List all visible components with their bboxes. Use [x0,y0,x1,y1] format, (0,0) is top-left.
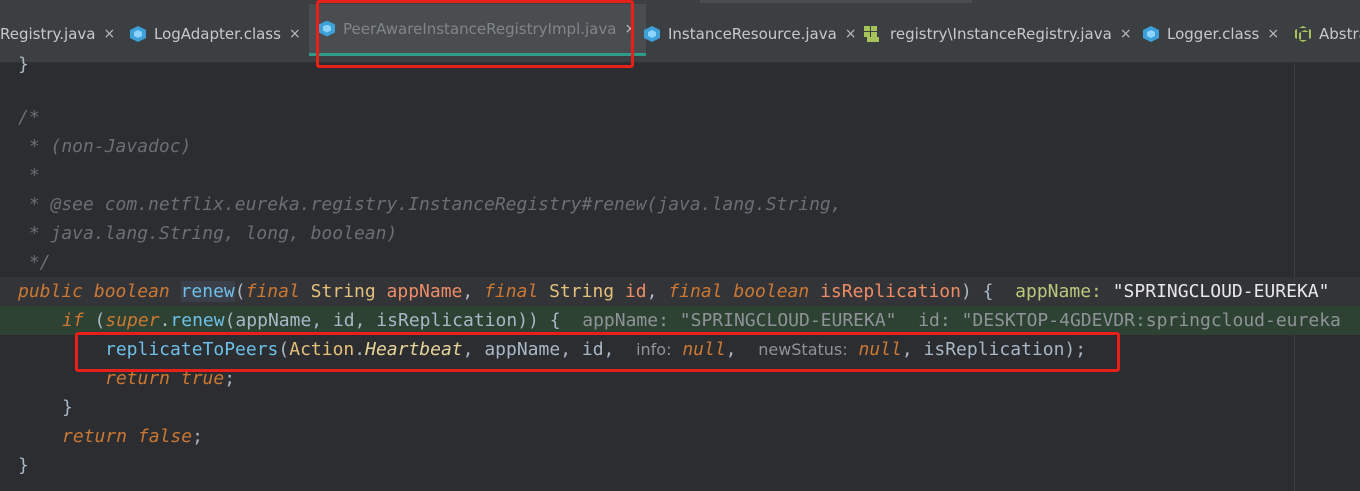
close-icon[interactable]: × [624,21,636,37]
close-icon[interactable]: × [1120,26,1132,42]
tab-label: InstanceResource.java [668,25,837,43]
code-line: } [18,54,29,75]
close-icon[interactable]: × [845,26,857,42]
replicate-to-peers-line: replicateToPeers(Action.Heartbeat, appNa… [105,339,1087,360]
code-line: * java.lang.String, long, boolean) [18,223,398,244]
class-icon [1143,26,1159,42]
code-line: return true; [105,368,236,389]
tab-label: Registry.java [0,25,96,43]
tab-peerawareinstanceregistryimpl-java[interactable]: PeerAwareInstanceRegistryImpl.java × [309,4,647,56]
code-editor[interactable]: } /* * (non-Javadoc) * * @see com.netfli… [0,54,1360,491]
close-icon[interactable]: × [1267,26,1279,42]
code-line: } [18,455,29,476]
execution-line: if (super.renew(appName, id, isReplicati… [0,306,1360,335]
class-icon [644,26,660,42]
class-icon [130,26,146,42]
tab-label: registry\InstanceRegistry.java [890,25,1112,43]
module-icon [864,26,882,42]
class-icon [319,20,335,37]
code-line: /* [18,107,40,128]
method-signature-line: public boolean renew(final String appNam… [0,277,1360,306]
close-icon[interactable]: × [289,26,301,42]
code-line: * @see com.netflix.eureka.registry.Insta… [18,194,842,215]
interface-icon [1295,26,1311,42]
tab-label: PeerAwareInstanceRegistryImpl.java [343,19,617,38]
tabbar-scroll-indicator [700,0,972,3]
close-icon[interactable]: × [103,26,115,42]
code-line: */ [18,252,51,273]
code-line: } [62,397,73,418]
tab-label: LogAdapter.class [154,25,281,43]
code-line: * [18,165,40,186]
tab-label: Abstra [1319,25,1360,43]
code-line: return false; [62,426,203,447]
code-line: * (non-Javadoc) [18,136,192,157]
tab-label: Logger.class [1167,25,1260,43]
